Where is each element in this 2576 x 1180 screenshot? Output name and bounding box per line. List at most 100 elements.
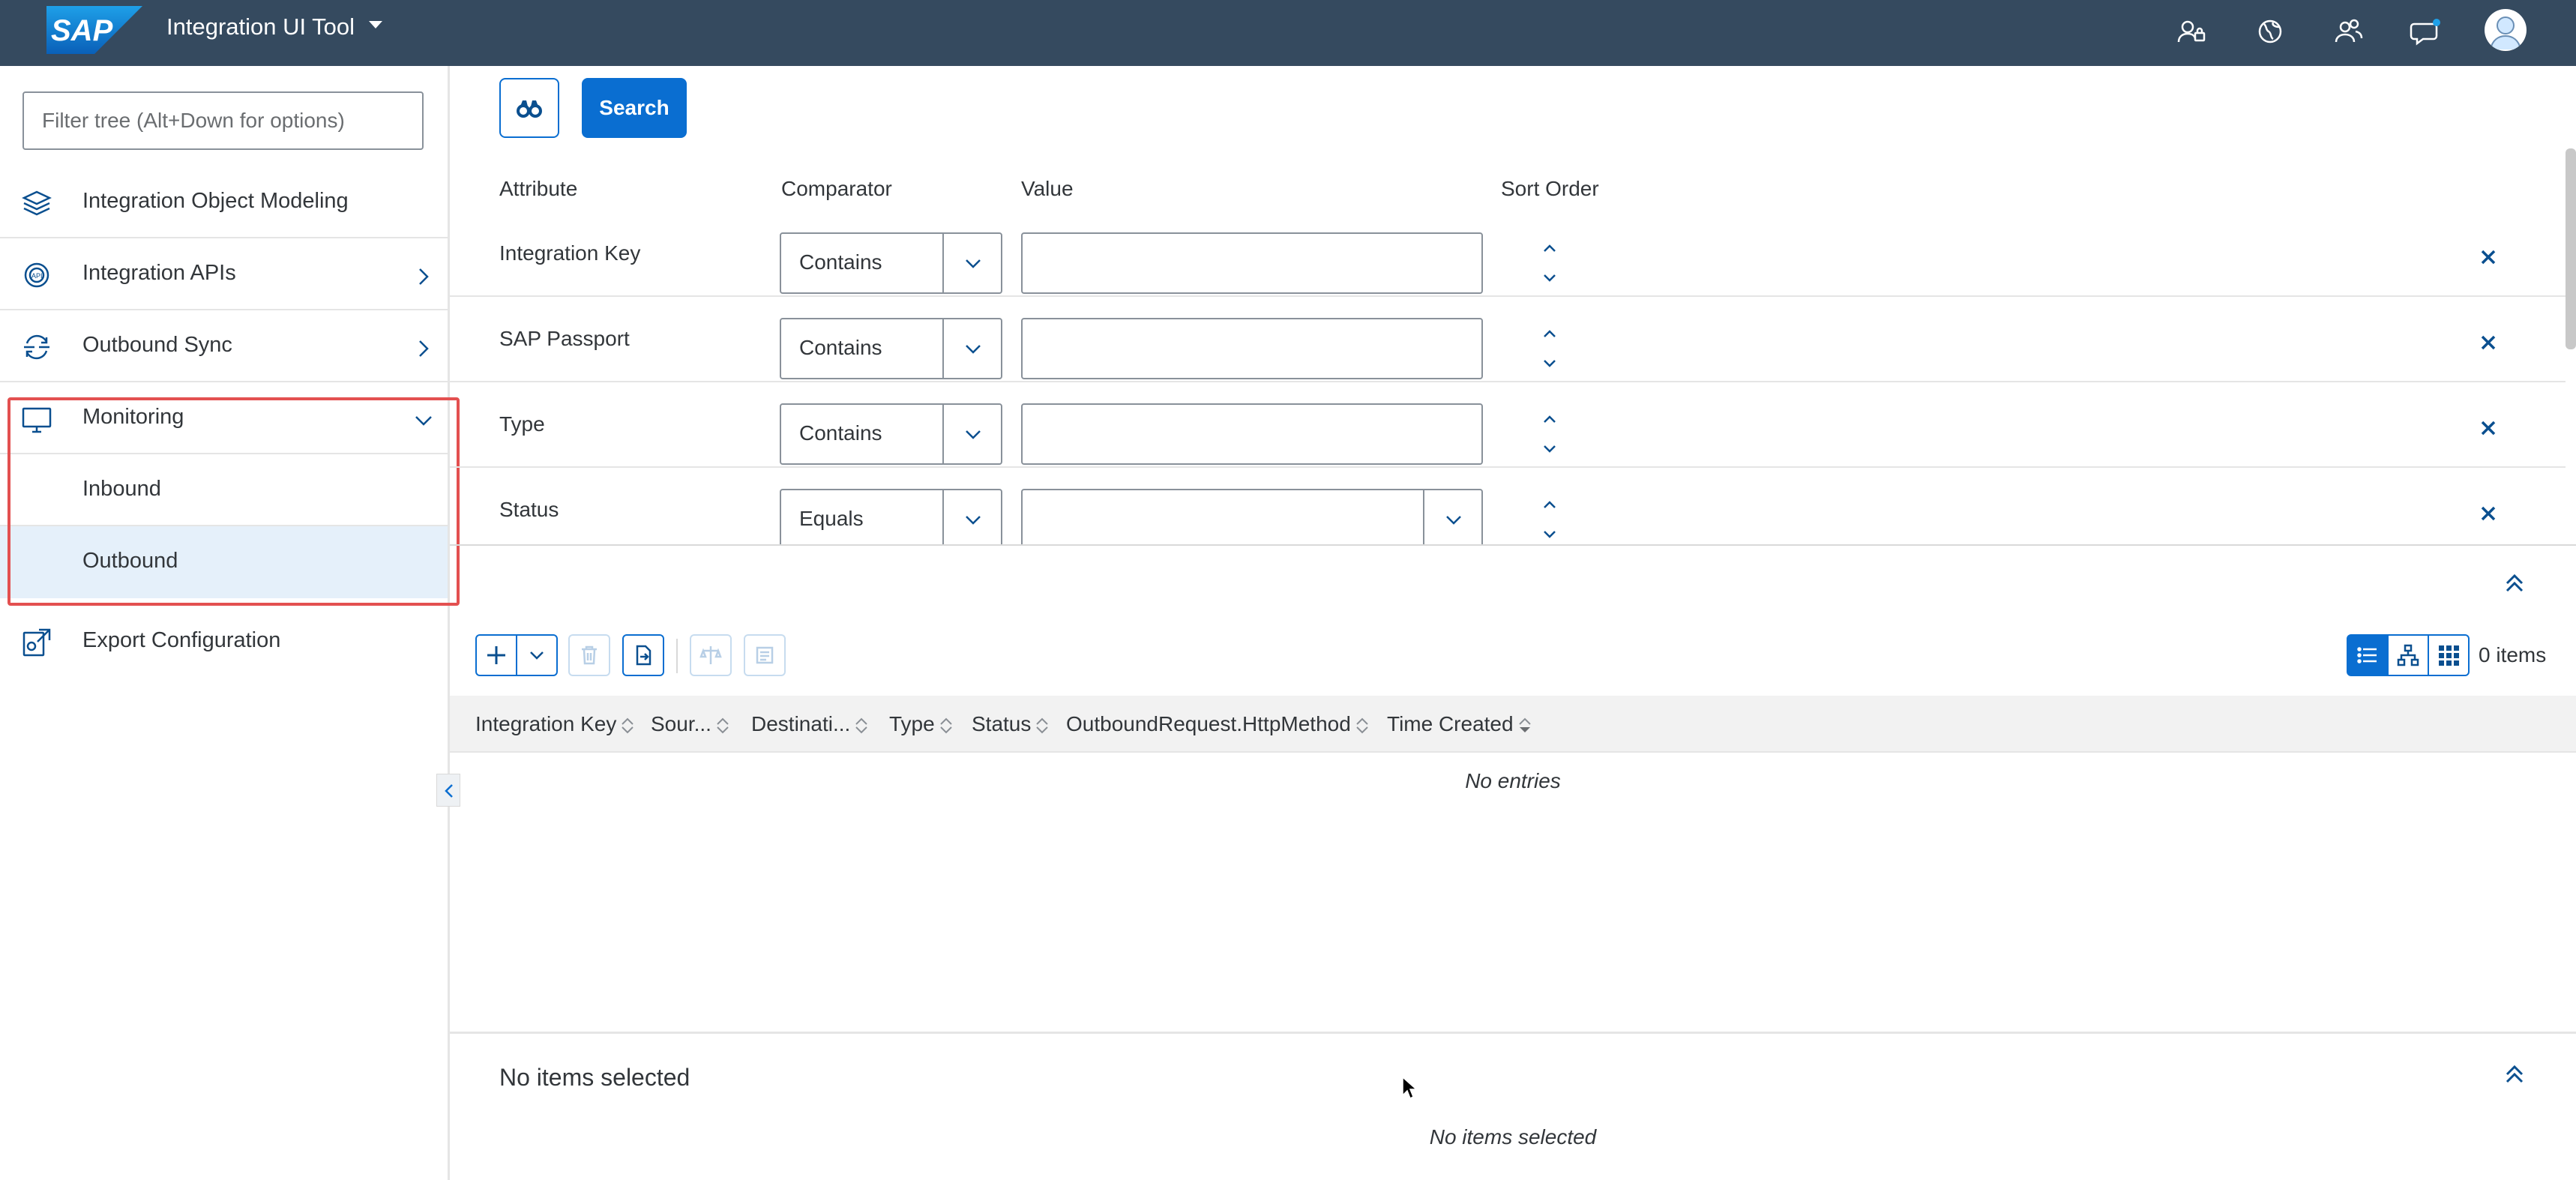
attribute-label: Integration Key: [499, 241, 641, 265]
remove-criteria-icon[interactable]: [2477, 417, 2500, 439]
remove-criteria-icon[interactable]: [2477, 331, 2500, 354]
column-header-source[interactable]: Sour...: [651, 712, 731, 736]
sidebar-item-export-configuration[interactable]: Export Configuration: [0, 606, 448, 678]
sidebar-item-outbound[interactable]: Outbound: [0, 526, 448, 598]
column-header-time-created[interactable]: Time Created: [1387, 712, 1533, 736]
search-button[interactable]: Search: [582, 78, 687, 138]
sidebar-item-integration-object-modeling[interactable]: Integration Object Modeling: [0, 166, 448, 238]
comparator-value: Contains: [799, 421, 882, 445]
sort-ascending-icon[interactable]: [1538, 237, 1561, 259]
value-input[interactable]: [1021, 403, 1483, 465]
sap-logo-text: SAP: [51, 14, 113, 47]
column-header-type[interactable]: Type: [889, 712, 954, 736]
sidebar-item-inbound[interactable]: Inbound: [0, 454, 448, 526]
value-input[interactable]: [1021, 318, 1483, 379]
column-header-label: Status: [972, 712, 1032, 735]
chevron-down-icon[interactable]: [411, 408, 436, 433]
document-export-icon: [636, 645, 651, 666]
list-icon: [2357, 647, 2377, 663]
sort-icon: [1356, 717, 1368, 734]
delete-button[interactable]: [568, 634, 610, 676]
chevron-down-icon[interactable]: [942, 319, 1001, 378]
value-input[interactable]: [1021, 232, 1483, 294]
comparator-select[interactable]: Equals: [780, 489, 1002, 544]
user-lock-icon[interactable]: [2174, 13, 2210, 49]
sync-icon: [19, 330, 54, 364]
comparator-select[interactable]: Contains: [780, 232, 1002, 294]
create-menu-button[interactable]: [516, 634, 558, 676]
export-button[interactable]: [622, 634, 664, 676]
column-header-status[interactable]: Status: [972, 712, 1050, 736]
chevron-down-icon[interactable]: [1423, 490, 1481, 544]
comparator-value: Contains: [799, 336, 882, 359]
chevron-right-icon[interactable]: [411, 264, 436, 289]
details-panel: No items selected No items selected: [450, 1032, 2576, 1180]
monitor-icon: [19, 402, 54, 436]
filter-tree-input[interactable]: [22, 91, 424, 150]
column-header-destination[interactable]: Destinati...: [751, 712, 870, 736]
status-value-select[interactable]: [1021, 489, 1483, 544]
chevron-right-icon[interactable]: [411, 336, 436, 361]
sort-icon: [939, 717, 952, 734]
main-content: Search Attribute Comparator Value Sort O…: [450, 66, 2576, 1180]
comparator-select[interactable]: Contains: [780, 403, 1002, 465]
grid-view-button[interactable]: [2428, 634, 2470, 676]
comparator-select[interactable]: Contains: [780, 318, 1002, 379]
app-title[interactable]: Integration UI Tool: [166, 13, 355, 40]
items-count: 0 items: [2479, 643, 2547, 666]
details-title: No items selected: [499, 1064, 690, 1091]
sort-ascending-icon[interactable]: [1538, 408, 1561, 430]
user-group-icon[interactable]: [2330, 13, 2366, 49]
search-criteria-row: Type Contains: [450, 382, 2566, 468]
search-panel-scrollbar[interactable]: [2566, 148, 2576, 349]
column-header-label: Destinati...: [751, 712, 851, 735]
search-criteria-row: Status Equals: [450, 468, 2566, 544]
tree-view-button[interactable]: [2387, 634, 2429, 676]
sidebar-item-label: Inbound: [82, 477, 161, 501]
column-header-integration-key[interactable]: Integration Key: [475, 712, 636, 736]
user-avatar-icon[interactable]: [2485, 9, 2527, 51]
column-header-label: Type: [889, 712, 935, 735]
chevron-down-icon[interactable]: [942, 234, 1001, 292]
globe-icon[interactable]: [2252, 13, 2288, 49]
navigation-sidebar: Integration Object Modeling API Integrat…: [0, 66, 460, 1180]
sidebar-item-outbound-sync[interactable]: Outbound Sync: [0, 310, 448, 382]
remove-criteria-icon[interactable]: [2477, 502, 2500, 525]
sort-descending-icon[interactable]: [1538, 438, 1561, 460]
list-view-button[interactable]: [2347, 634, 2389, 676]
comparator-value: Equals: [799, 507, 864, 530]
column-header-attribute: Attribute: [499, 177, 578, 200]
export-config-icon: [19, 625, 54, 660]
column-header-sort-order: Sort Order: [1501, 177, 1599, 200]
toolbar-separator: [676, 639, 678, 673]
shell-bar: SAP Integration UI Tool: [0, 0, 2576, 66]
sap-logo[interactable]: SAP: [46, 6, 142, 54]
trash-icon: [582, 645, 597, 665]
sort-descending-icon[interactable]: [1538, 352, 1561, 375]
column-header-label: Sour...: [651, 712, 711, 735]
sidebar-item-integration-apis[interactable]: API Integration APIs: [0, 238, 448, 310]
remove-criteria-icon[interactable]: [2477, 246, 2500, 268]
attribute-label: Status: [499, 498, 559, 521]
compare-button[interactable]: [690, 634, 732, 676]
sort-descending-icon[interactable]: [1538, 267, 1561, 289]
column-header-comparator: Comparator: [781, 177, 892, 200]
create-button[interactable]: [475, 634, 517, 676]
sort-ascending-icon[interactable]: [1538, 322, 1561, 345]
sidebar-item-label: Outbound Sync: [82, 333, 232, 357]
advanced-search-button[interactable]: [499, 78, 559, 138]
app-title-dropdown-icon[interactable]: [369, 21, 382, 28]
column-header-http-method[interactable]: OutboundRequest.HttpMethod: [1066, 712, 1370, 736]
sort-ascending-icon[interactable]: [1538, 493, 1561, 516]
sidebar-item-monitoring[interactable]: Monitoring: [0, 382, 448, 454]
sidebar-item-label: Integration Object Modeling: [82, 189, 349, 213]
collapse-details-icon[interactable]: [2500, 1059, 2530, 1089]
chevron-down-icon[interactable]: [942, 405, 1001, 463]
checklist-button[interactable]: [744, 634, 786, 676]
feedback-icon[interactable]: [2408, 13, 2444, 49]
compare-icon: [699, 646, 722, 664]
collapse-search-icon[interactable]: [2500, 568, 2530, 598]
search-criteria-row: Integration Key Contains: [450, 211, 2566, 297]
sort-descending-icon[interactable]: [1538, 523, 1561, 544]
chevron-down-icon[interactable]: [942, 490, 1001, 544]
